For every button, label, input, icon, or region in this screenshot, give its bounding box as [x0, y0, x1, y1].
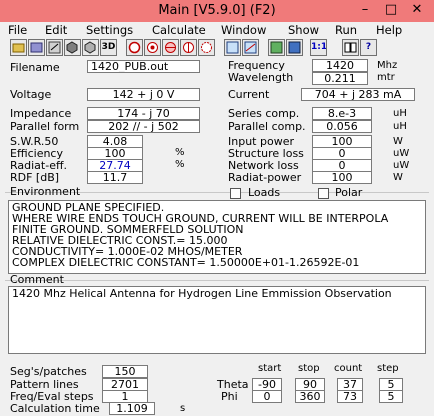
count-header: count — [334, 363, 363, 374]
efficiency-unit: % — [175, 147, 185, 158]
ratio-icon[interactable]: 1:1 — [310, 39, 327, 56]
radiat-eff-unit: % — [175, 159, 185, 170]
step-header: step — [377, 363, 399, 374]
current-label: Current — [228, 88, 270, 101]
phi-step-field[interactable]: 5 — [379, 390, 403, 403]
structure-loss-unit: uW — [393, 148, 410, 159]
menu-calculate[interactable]: Calculate — [152, 23, 206, 37]
menu-edit[interactable]: Edit — [45, 23, 67, 37]
graph-icon[interactable] — [224, 39, 241, 56]
menu-help[interactable]: Help — [376, 23, 402, 37]
polar-label: Polar — [335, 186, 363, 199]
input-power-unit: W — [393, 136, 403, 147]
network-icon[interactable] — [198, 39, 215, 56]
loads-checkbox[interactable] — [230, 188, 241, 199]
filename-label: Filename — [10, 61, 60, 74]
3d-view-icon[interactable]: 3D — [100, 39, 117, 56]
wire-view-icon[interactable] — [46, 39, 63, 56]
parallel-comp-label: Parallel comp. — [228, 120, 306, 133]
segs-label: Seg's/patches — [10, 365, 87, 378]
parallel-form-label: Parallel form — [10, 120, 80, 133]
parallel-comp-field: 0.056 — [312, 120, 372, 133]
menu-bar: File Edit Settings Calculate Window Show… — [0, 22, 434, 38]
wavelength-field: 0.211 — [312, 72, 368, 85]
phi-start-field[interactable]: 0 — [252, 390, 282, 403]
phi-stop-field[interactable]: 360 — [295, 390, 325, 403]
radiat-power-label: Radiat-power — [228, 171, 302, 184]
geometry-edit-icon[interactable] — [28, 39, 45, 56]
target-icon[interactable] — [144, 39, 161, 56]
series-comp-field: 8.e-3 — [312, 107, 372, 120]
rdf-label: RDF [dB] — [10, 171, 60, 184]
layers-icon[interactable] — [286, 39, 303, 56]
calc-time-label: Calculation time — [10, 402, 100, 415]
stop-header: stop — [298, 363, 320, 374]
sweep-icon[interactable] — [180, 39, 197, 56]
comment-textbox[interactable]: 1420 Mhz Helical Antenna for Hydrogen Li… — [8, 286, 426, 354]
chart-view-icon[interactable] — [242, 39, 259, 56]
filename-field[interactable]: 1420_PUB.out — [87, 60, 200, 73]
close-button[interactable]: ✕ — [404, 2, 430, 18]
voltage-label: Voltage — [10, 88, 52, 101]
maximize-button[interactable]: □ — [378, 2, 404, 18]
parallel-comp-unit: uH — [393, 121, 407, 132]
polar-checkbox[interactable] — [318, 188, 329, 199]
comment-divider — [5, 280, 429, 281]
segs-field: 150 — [102, 365, 148, 378]
phi-label: Phi — [221, 390, 238, 403]
environment-line: COMPLEX DIELECTRIC CONSTANT= 1.50000E+01… — [12, 256, 360, 269]
radiat-power-field: 100 — [312, 171, 372, 184]
hex-grid-icon[interactable] — [64, 39, 81, 56]
book-icon[interactable] — [342, 39, 359, 56]
frequency-unit: Mhz — [377, 60, 398, 71]
voltage-field: 142 + j 0 V — [87, 88, 200, 101]
main-panel: Filename 1420_PUB.out Frequency 1420 Mhz… — [5, 58, 429, 415]
current-field: 704 + j 283 mA — [301, 88, 415, 101]
menu-settings[interactable]: Settings — [86, 23, 133, 37]
toolbar: 3D 1:1 ? — [0, 38, 434, 58]
help-icon[interactable]: ? — [360, 39, 377, 56]
radiat-power-unit: W — [393, 172, 403, 183]
phi-count-field[interactable]: 73 — [337, 390, 363, 403]
environment-textbox[interactable]: GROUND PLANE SPECIFIED. WHERE WIRE ENDS … — [8, 200, 426, 274]
calc-time-unit: s — [180, 403, 186, 414]
network-loss-unit: uW — [393, 160, 410, 171]
pattern-icon[interactable] — [82, 39, 99, 56]
series-comp-label: Series comp. — [228, 107, 300, 120]
impedance-label: Impedance — [10, 107, 72, 120]
series-comp-unit: uH — [393, 108, 407, 119]
impedance-field: 174 - j 70 — [87, 107, 200, 120]
frequency-field[interactable]: 1420 — [312, 59, 368, 72]
title-bar[interactable]: Main [V5.9.0] (F2) – □ ✕ — [0, 0, 434, 23]
rdf-field: 11.7 — [87, 171, 143, 184]
menu-window[interactable]: Window — [221, 23, 266, 37]
menu-file[interactable]: File — [8, 23, 27, 37]
menu-run[interactable]: Run — [335, 23, 357, 37]
start-header: start — [258, 363, 282, 374]
environment-label: Environment — [10, 185, 81, 198]
open-file-icon[interactable] — [10, 39, 27, 56]
wavelength-label: Wavelength — [228, 71, 294, 84]
parallel-form-field: 202 // - j 502 — [87, 120, 200, 133]
menu-show[interactable]: Show — [288, 23, 319, 37]
radiation-icon[interactable] — [162, 39, 179, 56]
minimize-button[interactable]: – — [352, 2, 378, 18]
smith-chart-icon[interactable] — [126, 39, 143, 56]
data-grid-icon[interactable] — [268, 39, 285, 56]
calc-time-field: 1.109 — [109, 402, 155, 415]
loads-label: Loads — [248, 186, 281, 199]
wavelength-unit: mtr — [377, 72, 395, 83]
comment-text: 1420 Mhz Helical Antenna for Hydrogen Li… — [12, 287, 392, 300]
comment-label: Comment — [10, 273, 64, 286]
